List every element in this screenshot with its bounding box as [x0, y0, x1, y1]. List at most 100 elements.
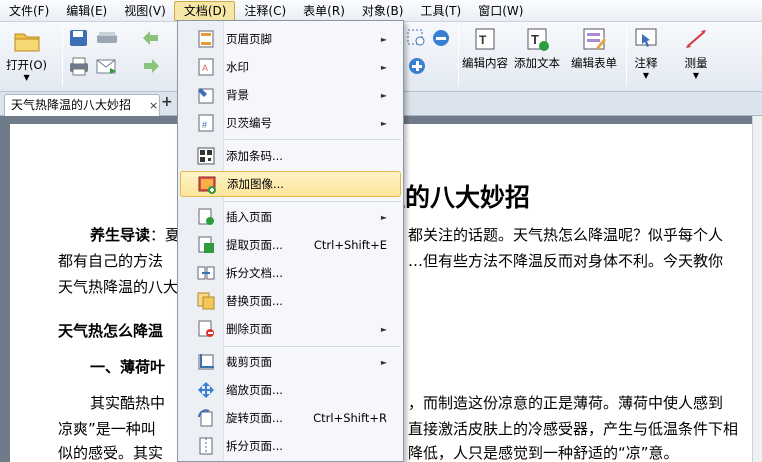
doc-paragraph-line: 都有自己的方法: [58, 252, 164, 270]
svg-text:T: T: [479, 33, 487, 47]
menu-file[interactable]: 文件(F): [0, 1, 57, 21]
svg-text:T: T: [531, 32, 539, 47]
doc-paragraph-line: 直接激活皮肤上的冷感受器，产生与低温条件下相: [408, 420, 739, 438]
menu-form[interactable]: 表单(R): [294, 1, 353, 21]
dropdown-arrow-icon: ▼: [692, 71, 700, 80]
back-icon[interactable]: [140, 28, 162, 48]
doc-paragraph-line: 天气热降温的八大: [58, 278, 179, 296]
insert-page-icon: [198, 208, 214, 225]
document-menu-dropdown: 页眉页脚 ► A 水印 ► 背景 ► # 贝茨编号 ► 添加条码... 添加图像…: [177, 20, 404, 462]
menu-view[interactable]: 视图(V): [115, 1, 174, 21]
zoom-out-icon[interactable]: [430, 28, 452, 48]
bates-numbering-icon: #: [198, 114, 214, 132]
vertical-scrollbar[interactable]: [752, 116, 762, 462]
svg-text:#: #: [202, 120, 207, 130]
edit-form-label: 编辑表单: [571, 56, 617, 70]
background-icon: [198, 88, 214, 104]
annotate-label: 注释: [634, 56, 658, 70]
tab-active-document[interactable]: 天气热降温的八大妙招 ×: [4, 94, 160, 116]
open-button[interactable]: 打开(O) ▼: [6, 28, 47, 82]
doc-paragraph-line: 凉爽”是一种叫: [58, 420, 156, 438]
menu-item-crop-page[interactable]: 裁剪页面 ►: [180, 349, 401, 375]
forward-icon[interactable]: [140, 56, 162, 76]
dropdown-arrow-icon: ▼: [642, 71, 650, 80]
scale-page-icon: [198, 382, 214, 398]
zoom-in-icon[interactable]: [406, 56, 428, 76]
edit-content-label: 编辑内容: [462, 56, 508, 70]
menu-item-split-document[interactable]: 拆分文档...: [180, 260, 401, 286]
open-label: 打开(O): [6, 58, 48, 72]
menu-comment[interactable]: 注释(C): [235, 1, 294, 21]
menu-item-add-barcode[interactable]: 添加条码...: [180, 143, 401, 169]
toolbar-separator: [626, 26, 627, 86]
new-tab-icon[interactable]: +: [161, 94, 173, 110]
add-text-label: 添加文本: [514, 56, 560, 70]
menu-item-bates-numbering[interactable]: # 贝茨编号 ►: [180, 110, 401, 136]
doc-section-heading: 一、薄荷叶: [90, 358, 166, 376]
measure-icon: [686, 30, 706, 48]
replace-page-icon: [197, 292, 215, 310]
shortcut-text: Ctrl+Shift+E: [313, 238, 387, 252]
split-page-icon: [199, 437, 213, 455]
save-icon[interactable]: [68, 28, 90, 48]
dropdown-arrow-icon: ▼: [23, 73, 30, 82]
menu-window[interactable]: 窗口(W): [469, 1, 531, 21]
doc-paragraph-line: 养生导读：夏: [90, 226, 181, 244]
menu-separator: [224, 346, 401, 347]
split-document-icon: [197, 266, 215, 280]
header-footer-icon: [198, 30, 214, 48]
close-icon[interactable]: ×: [149, 96, 158, 116]
doc-paragraph-line: 其实酷热中: [90, 394, 166, 412]
rotate-page-icon: [198, 409, 213, 427]
barcode-icon: [197, 147, 215, 165]
zoom-marquee-icon[interactable]: [406, 28, 428, 48]
submenu-arrow-icon: ►: [380, 62, 387, 72]
menu-separator: [224, 139, 401, 140]
scanner-icon[interactable]: [96, 28, 118, 48]
toolbar-separator: [62, 26, 63, 86]
menu-edit[interactable]: 编辑(E): [57, 1, 115, 21]
doc-paragraph-line: ，而制造这份凉意的正是薄荷。薄荷中使人感到: [408, 394, 724, 412]
doc-paragraph-line: 都关注的话题。天气热怎么降温呢？似乎每个人: [408, 226, 724, 244]
delete-page-icon: [198, 320, 214, 337]
menu-item-scale-page[interactable]: 缩放页面...: [180, 377, 401, 403]
menu-item-extract-page[interactable]: 提取页面... Ctrl+Shift+E: [180, 232, 401, 258]
measure-button[interactable]: 测量 ▼: [682, 26, 710, 80]
add-text-icon: T: [527, 28, 549, 51]
edit-content-button[interactable]: T 编辑内容: [462, 26, 508, 71]
doc-subheading: 天气热怎么降温: [58, 322, 164, 340]
add-text-button[interactable]: T 添加文本: [514, 26, 560, 71]
menu-item-add-image[interactable]: 添加图像...: [180, 171, 401, 197]
submenu-arrow-icon: ►: [380, 118, 387, 128]
menu-item-insert-page[interactable]: 插入页面 ►: [180, 204, 401, 230]
doc-paragraph-line: 降低，人只是感觉到一种舒适的“凉”意。: [408, 444, 679, 462]
tab-title: 天气热降温的八大妙招: [11, 98, 132, 112]
print-icon[interactable]: [68, 56, 90, 76]
menu-tools[interactable]: 工具(T): [411, 1, 469, 21]
menu-item-split-page[interactable]: 拆分页面...: [180, 433, 401, 459]
annotate-button[interactable]: 注释 ▼: [632, 26, 660, 80]
crop-page-icon: [198, 354, 214, 370]
shortcut-text: Ctrl+Shift+R: [313, 411, 387, 425]
doc-paragraph-line: 似的感受。其实: [58, 444, 164, 462]
folder-icon: [14, 33, 40, 52]
submenu-arrow-icon: ►: [380, 324, 387, 334]
watermark-icon: A: [198, 58, 214, 76]
submenu-arrow-icon: ►: [380, 34, 387, 44]
menu-document[interactable]: 文档(D): [173, 0, 236, 21]
menu-item-replace-page[interactable]: 替换页面...: [180, 288, 401, 314]
menu-item-header-footer[interactable]: 页眉页脚 ►: [180, 26, 401, 52]
edit-form-button[interactable]: 编辑表单: [571, 26, 617, 71]
menu-item-delete-page[interactable]: 删除页面 ►: [180, 316, 401, 342]
submenu-arrow-icon: ►: [380, 90, 387, 100]
submenu-arrow-icon: ►: [380, 212, 387, 222]
add-image-icon: [198, 176, 216, 194]
menu-object[interactable]: 对象(B): [353, 1, 412, 21]
edit-form-icon: [583, 28, 606, 50]
menu-bar: 文件(F) 编辑(E) 视图(V) 文档(D) 注释(C) 表单(R) 对象(B…: [0, 0, 762, 22]
email-icon[interactable]: [96, 56, 118, 76]
menu-item-background[interactable]: 背景 ►: [180, 82, 401, 108]
toolbar-separator: [458, 26, 459, 86]
menu-item-rotate-page[interactable]: 旋转页面... Ctrl+Shift+R: [180, 405, 401, 431]
menu-item-watermark[interactable]: A 水印 ►: [180, 54, 401, 80]
